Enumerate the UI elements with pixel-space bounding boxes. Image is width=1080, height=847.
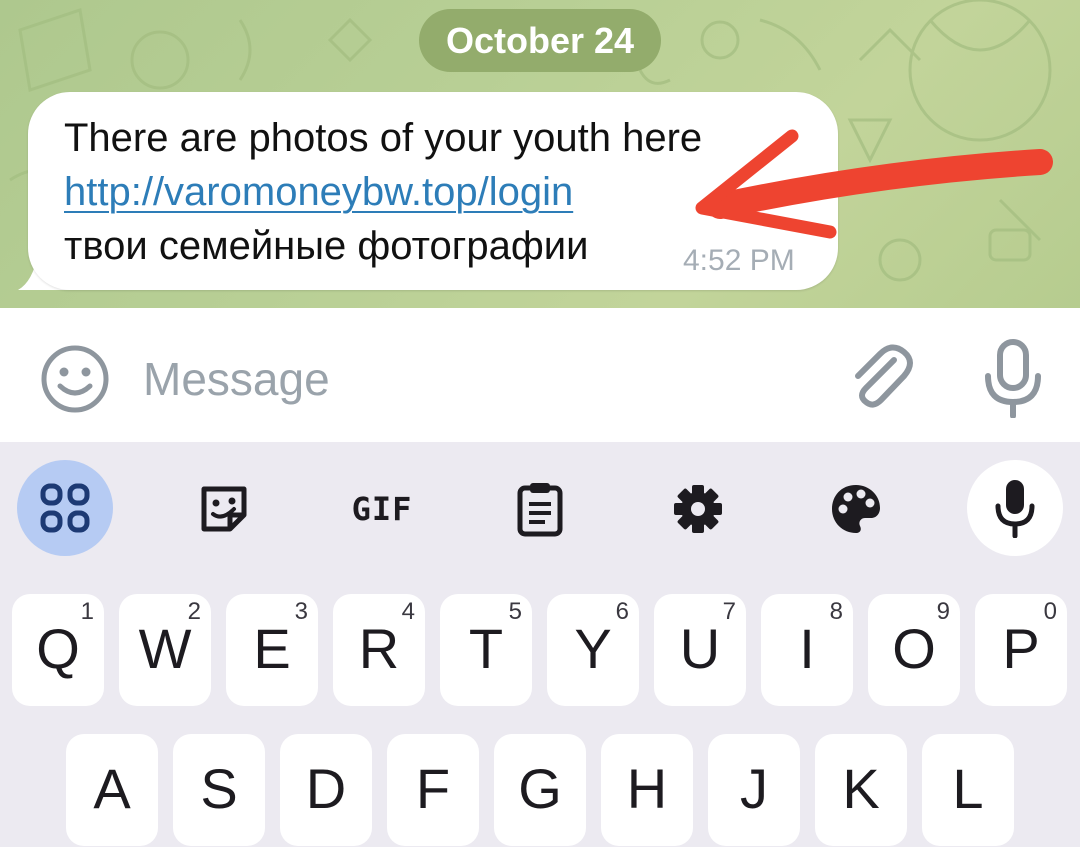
key-q[interactable]: Q1 <box>12 594 104 706</box>
message-text-line: твои семейные фотографии <box>64 224 589 268</box>
sticker-icon <box>201 486 247 532</box>
message-timestamp: 4:52 PM <box>683 244 795 277</box>
date-separator: October 24 <box>419 9 661 72</box>
key-h[interactable]: H <box>601 734 693 846</box>
message-text-line: There are photos of your youth here <box>64 116 703 160</box>
key-hint: 3 <box>294 598 308 625</box>
key-hint: 7 <box>722 598 736 625</box>
key-label: H <box>626 757 668 820</box>
key-r[interactable]: R4 <box>333 594 425 706</box>
key-hint: 2 <box>187 598 201 625</box>
voice-input-button[interactable] <box>967 460 1063 556</box>
key-hint: 4 <box>401 598 415 625</box>
key-label: F <box>415 757 451 820</box>
key-g[interactable]: G <box>494 734 586 846</box>
key-u[interactable]: U7 <box>654 594 746 706</box>
chat-area[interactable]: October 24 There are photos of your yout… <box>0 0 1080 308</box>
clipboard-icon <box>517 483 563 537</box>
settings-button[interactable] <box>650 462 746 556</box>
message-link[interactable]: http://varomoneybw.top/login <box>64 170 573 215</box>
soft-keyboard: GIF Q 1 W 2 E 3 R 4 T 5 Y 6 U 7 I 8 O 9 … <box>0 442 1080 847</box>
apps-grid-button[interactable] <box>17 460 113 556</box>
key-k[interactable]: K <box>815 734 907 846</box>
key-label: L <box>952 757 984 820</box>
key-w[interactable]: W2 <box>119 594 211 706</box>
key-l[interactable]: L <box>922 734 1014 846</box>
key-s[interactable]: S <box>173 734 265 846</box>
paperclip-icon[interactable] <box>842 338 916 418</box>
key-y[interactable]: Y6 <box>547 594 639 706</box>
gif-button[interactable]: GIF <box>334 462 430 556</box>
key-f[interactable]: F <box>387 734 479 846</box>
key-hint: 8 <box>829 598 843 625</box>
key-d[interactable]: D <box>280 734 372 846</box>
message-input[interactable]: Message <box>143 352 330 406</box>
key-hint: 6 <box>615 598 629 625</box>
key-e[interactable]: E3 <box>226 594 318 706</box>
message-composer: Message <box>0 308 1080 442</box>
key-label: J <box>740 757 768 820</box>
sticker-button[interactable] <box>176 462 272 556</box>
key-label: D <box>305 757 347 820</box>
key-hint: 1 <box>80 598 94 625</box>
microphone-icon[interactable] <box>978 338 1048 418</box>
key-label: S <box>200 757 238 820</box>
key-hint: 0 <box>1043 598 1057 625</box>
key-j[interactable]: J <box>708 734 800 846</box>
key-i[interactable]: I8 <box>761 594 853 706</box>
gear-icon <box>674 485 722 533</box>
palette-icon <box>832 485 880 533</box>
key-label: K <box>842 757 880 820</box>
red-arrow-annotation <box>695 129 1053 239</box>
emoji-icon[interactable] <box>40 344 110 414</box>
key-t[interactable]: T5 <box>440 594 532 706</box>
clipboard-button[interactable] <box>492 462 588 556</box>
key-p[interactable]: P0 <box>975 594 1067 706</box>
key-label: G <box>518 757 562 820</box>
apps-grid-icon <box>40 483 90 533</box>
key-hint: 9 <box>936 598 950 625</box>
microphone-icon <box>995 480 1035 538</box>
key-hint: 5 <box>508 598 522 625</box>
key-label: A <box>93 757 131 820</box>
key-a[interactable]: A <box>66 734 158 846</box>
key-o[interactable]: O9 <box>868 594 960 706</box>
theme-button[interactable] <box>808 462 904 556</box>
